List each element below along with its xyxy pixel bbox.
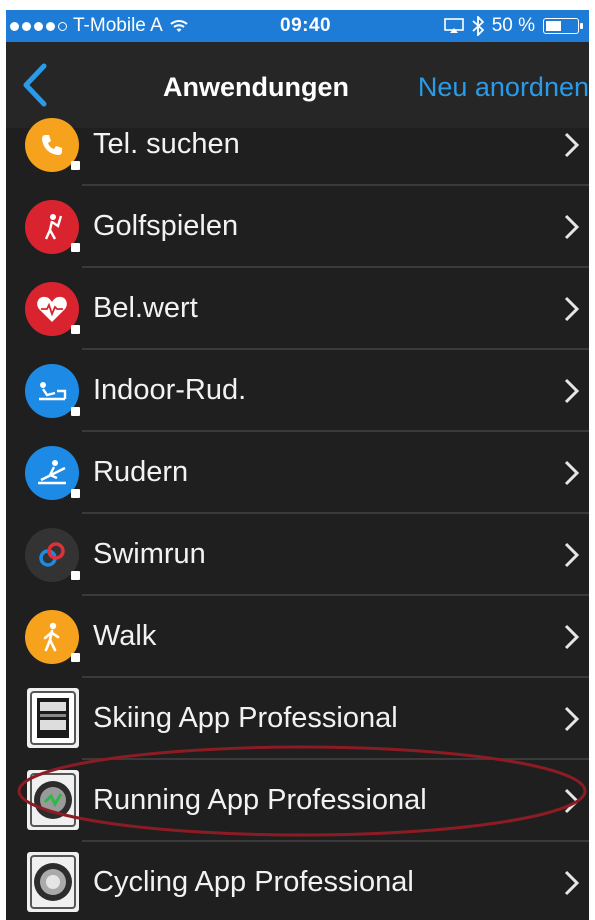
list-item-indoor-rud[interactable]: Indoor-Rud. [6, 350, 589, 432]
clock: 09:40 [280, 15, 332, 36]
signal-strength-icon [10, 21, 67, 31]
list-item-label: Walk [93, 620, 157, 652]
walker-icon [25, 610, 80, 664]
list-item-label: Bel.wert [93, 292, 198, 324]
heart-icon [25, 282, 80, 336]
list-item-label: Indoor-Rud. [93, 374, 247, 406]
chevron-right-icon [564, 378, 580, 404]
list-item-label: Cycling App Professional [93, 866, 414, 898]
list-item-walk[interactable]: Walk [6, 596, 589, 678]
watch-icon [27, 852, 79, 912]
chevron-right-icon [564, 624, 580, 650]
list-item-label: Tel. suchen [93, 128, 240, 160]
chevron-right-icon [564, 706, 580, 732]
airplay-icon [443, 18, 464, 33]
chevron-left-icon[interactable] [20, 62, 50, 108]
wifi-icon [170, 20, 188, 32]
watch-face-icon [27, 688, 79, 748]
carrier-label: T-Mobile A [73, 15, 163, 36]
rowing-machine-icon [25, 364, 80, 418]
list-item-label: Skiing App Professional [93, 702, 398, 734]
list-item-swimrun[interactable]: Swimrun [6, 514, 589, 596]
list-item-bel-wert[interactable]: Bel.wert [6, 268, 589, 350]
list-item-rudern[interactable]: Rudern [6, 432, 589, 514]
rowing-icon [25, 446, 80, 500]
chevron-right-icon [564, 542, 580, 568]
phone-icon [25, 118, 80, 172]
chevron-right-icon [564, 214, 580, 240]
status-bar: T-Mobile A 09:40 50 % [6, 10, 589, 42]
page-title: Anwendungen [163, 72, 349, 102]
swimrun-icon [25, 528, 80, 582]
list-item-label: Swimrun [93, 538, 206, 570]
chevron-right-icon [564, 460, 580, 486]
list-item-label: Golfspielen [93, 210, 239, 242]
bluetooth-icon [472, 16, 484, 36]
list-item-label: Rudern [93, 456, 189, 488]
list-item-tel-suchen[interactable]: Tel. suchen [6, 104, 589, 186]
highlight-annotation [17, 745, 587, 837]
chevron-right-icon [564, 870, 580, 896]
list-item-cycling-app-professional[interactable]: Cycling App Professional [6, 842, 589, 920]
battery-percent: 50 % [491, 15, 535, 36]
golfer-icon [25, 200, 80, 254]
battery-icon [543, 18, 583, 34]
list-item-golfspielen[interactable]: Golfspielen [6, 186, 589, 268]
app-screen: T-Mobile A 09:40 50 % Anwendungen Neu an… [6, 10, 589, 920]
reorder-button[interactable]: Neu anordnen [418, 72, 589, 103]
chevron-right-icon [564, 296, 580, 322]
chevron-right-icon [564, 132, 580, 158]
